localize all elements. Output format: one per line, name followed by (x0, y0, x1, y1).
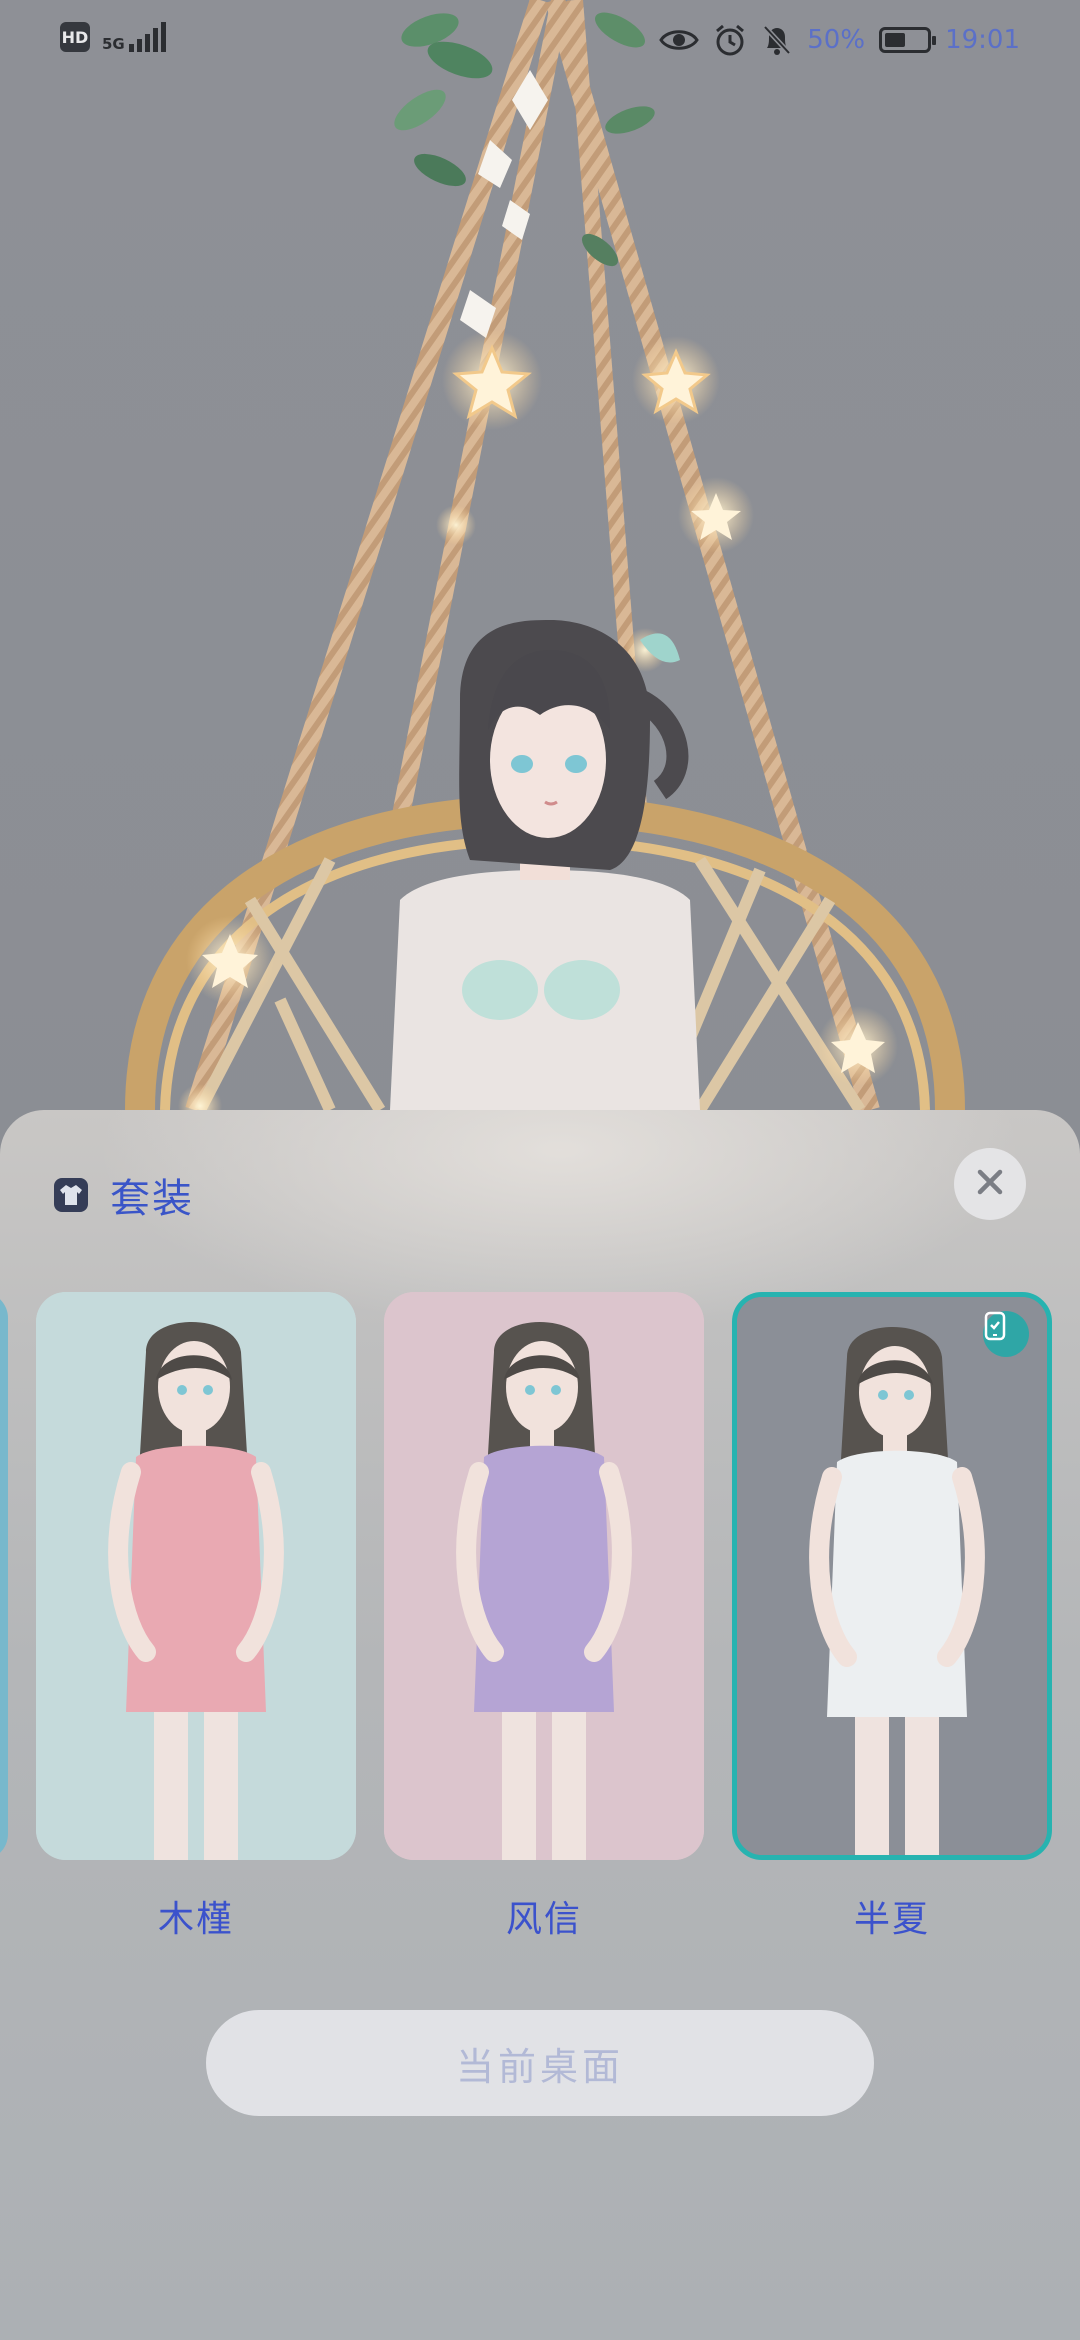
network-type: 5G (102, 35, 125, 53)
battery-percent: 50% (807, 25, 866, 55)
status-time: 19:01 (945, 25, 1020, 55)
shirt-icon (54, 1178, 88, 1212)
outfit-illustration (737, 1297, 1047, 1855)
sheet-title: 套装 (110, 1176, 194, 1222)
outfit-illustration (384, 1292, 704, 1860)
alarm-icon (713, 23, 747, 57)
outfit-card[interactable] (384, 1292, 704, 1860)
outfit-name[interactable]: 半夏 (732, 1890, 1052, 1942)
outfit-name[interactable]: 木槿 (36, 1890, 356, 1942)
battery-icon (879, 27, 937, 53)
outfit-sheet: 套装 木槿 风信 半夏 当前桌面 (0, 1110, 1080, 2340)
battery-fill (885, 33, 906, 47)
outfit-name[interactable]: 风信 (384, 1890, 704, 1942)
sheet-header: 套装 (54, 1166, 194, 1224)
close-button[interactable] (954, 1148, 1026, 1220)
outfit-illustration (36, 1292, 356, 1860)
applied-badge-icon (983, 1311, 1029, 1357)
outfit-card[interactable] (732, 1292, 1052, 1860)
wallpaper-illustration (0, 0, 1080, 1200)
cellular-signal: 5G (102, 22, 166, 52)
eye-icon (659, 26, 700, 54)
hd-badge: HD (60, 22, 90, 52)
close-icon (977, 1169, 1003, 1199)
outfit-card-partial[interactable] (0, 1292, 8, 1860)
status-left: HD 5G (60, 22, 166, 52)
set-wallpaper-button[interactable]: 当前桌面 (206, 2010, 874, 2116)
status-right: 50% 19:01 (659, 18, 1020, 62)
bell-off-icon (761, 23, 793, 57)
outfit-card[interactable] (36, 1292, 356, 1860)
signal-bars-icon (128, 22, 166, 52)
status-bar: HD 5G 50% 19:01 (0, 0, 1080, 80)
wallpaper-scene (0, 0, 1080, 1200)
